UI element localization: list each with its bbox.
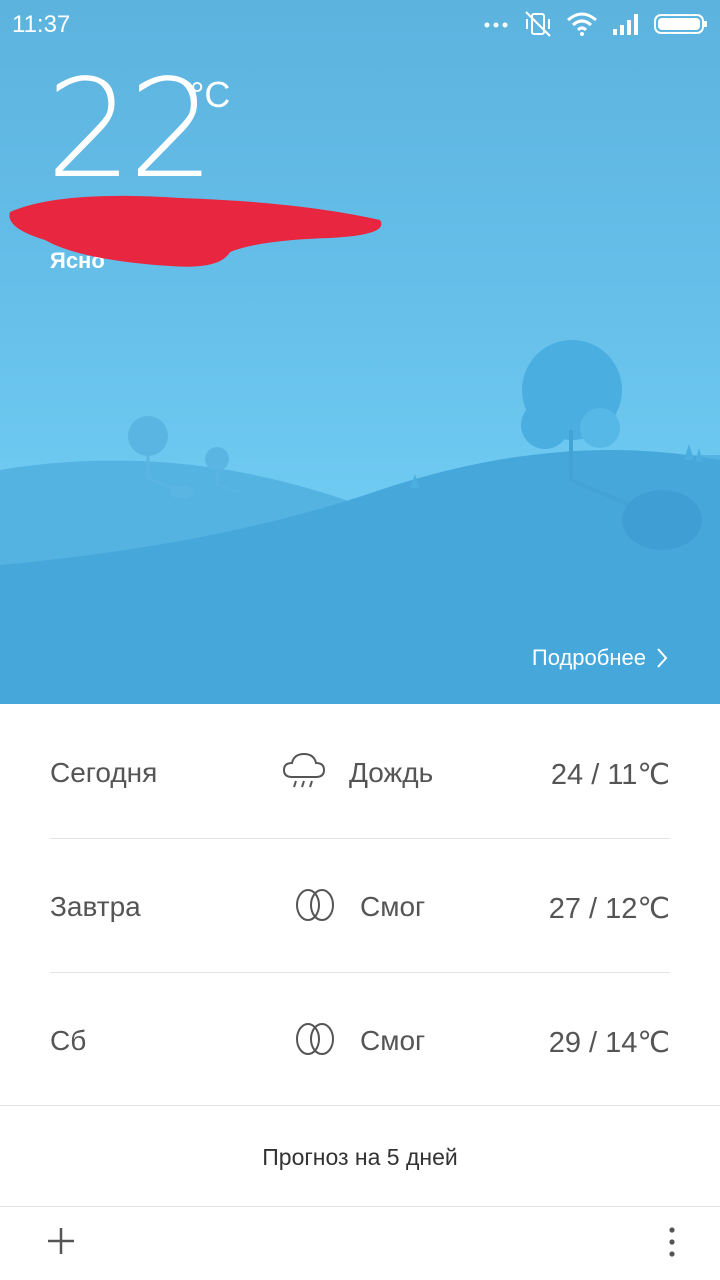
forecast-day: Сб — [50, 1025, 87, 1056]
wifi-icon — [567, 12, 597, 36]
status-time: 11:37 — [12, 11, 71, 38]
forecast-row-tomorrow[interactable]: Завтра Смог 27 / 12℃ — [50, 839, 670, 973]
forecast-list: Сегодня Дождь 24 / 11℃ Завтра Смог 27 / … — [50, 705, 670, 1106]
chevron-right-icon — [657, 648, 668, 668]
forecast-condition: Смог — [360, 1025, 426, 1056]
more-dots-icon — [484, 22, 508, 28]
forecast-temps: 29 / 14℃ — [548, 1027, 670, 1059]
more-details-label: Подробнее — [531, 645, 646, 670]
battery-icon — [654, 14, 707, 34]
temperature-unit: °C — [190, 74, 231, 115]
forecast-day: Сегодня — [50, 757, 158, 788]
forecast-condition: Дождь — [349, 757, 434, 788]
vibrate-mute-icon — [525, 11, 551, 37]
smog-icon — [296, 889, 334, 921]
current-temperature: 22 — [46, 51, 215, 209]
bottom-bar — [0, 1206, 720, 1280]
rain-icon — [282, 752, 326, 788]
more-vertical-icon[interactable] — [662, 1224, 682, 1260]
more-details-link[interactable]: Подробнее — [532, 645, 668, 671]
plus-icon[interactable] — [44, 1224, 78, 1258]
signal-icon — [613, 14, 638, 35]
forecast-temps: 27 / 12℃ — [548, 893, 670, 925]
forecast-condition: Смог — [360, 891, 426, 922]
forecast-day: Завтра — [50, 891, 141, 922]
status-bar: 11:37 — [0, 0, 720, 50]
smog-icon — [296, 1023, 334, 1055]
weather-hero: 11:37 22 °C Ясно Подробнее — [0, 0, 720, 704]
forecast-row-saturday[interactable]: Сб Смог 29 / 14℃ — [50, 973, 670, 1106]
redaction-scribble — [9, 195, 382, 267]
five-day-forecast-button[interactable]: Прогноз на 5 дней — [0, 1105, 720, 1207]
forecast-temps: 24 / 11℃ — [550, 759, 670, 791]
forecast-row-today[interactable]: Сегодня Дождь 24 / 11℃ — [50, 705, 670, 839]
five-day-forecast-label: Прогноз на 5 дней — [262, 1144, 458, 1170]
